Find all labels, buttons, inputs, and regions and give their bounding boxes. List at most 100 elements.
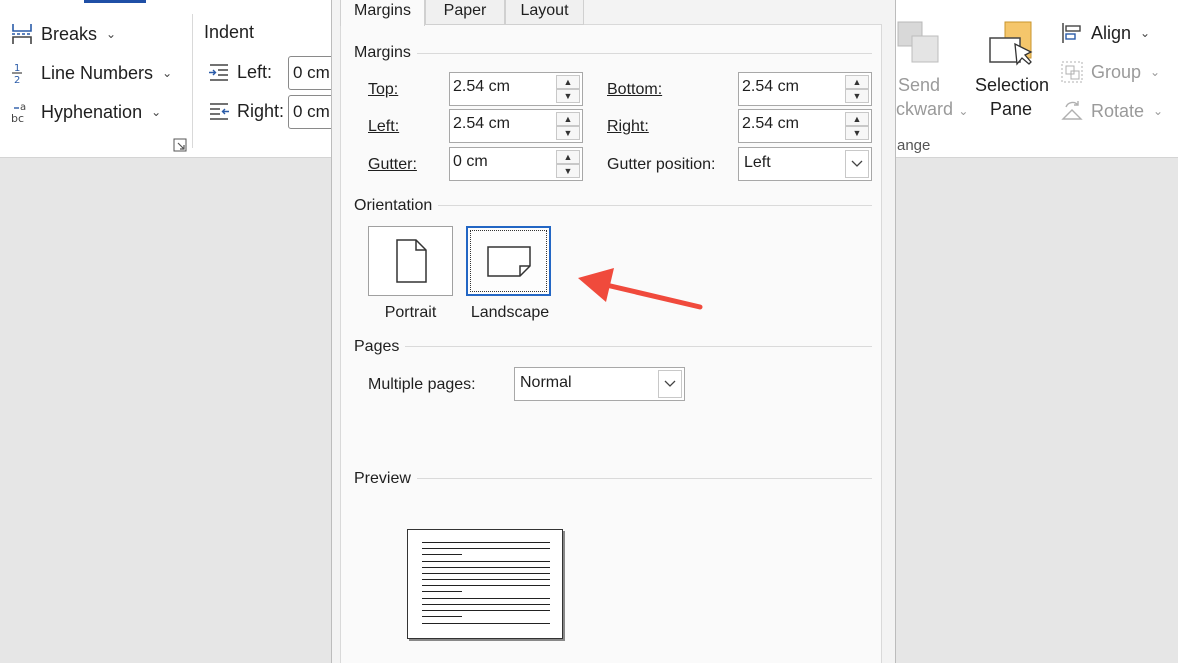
hyphenation-icon: abc [11, 102, 26, 124]
chevron-down-icon[interactable] [845, 150, 869, 178]
selection-pane-button[interactable]: Selection Pane [975, 73, 1050, 121]
pages-section-title: Pages [354, 338, 406, 356]
orientation-section-title: Orientation [354, 197, 439, 215]
breaks-label: Breaks [41, 23, 98, 44]
multiple-pages-value: Normal [520, 374, 572, 391]
spin-down-icon[interactable]: ▼ [845, 89, 869, 103]
preview-text-line [422, 604, 550, 605]
right-margin-input[interactable]: 2.54 cm ▲ ▼ [738, 109, 872, 143]
multiple-pages-select[interactable]: Normal [514, 367, 685, 401]
rotate-button[interactable]: Rotate ⌄ [1060, 99, 1163, 123]
gutter-position-label: Gutter position: [607, 156, 716, 173]
gutter-position-select[interactable]: Left [738, 147, 872, 181]
page-setup-dialog-launcher-icon[interactable] [173, 138, 187, 152]
preview-text-line [422, 548, 550, 549]
preview-text-line [422, 598, 550, 599]
rotate-label: Rotate [1091, 100, 1145, 121]
spin-up-icon[interactable]: ▲ [845, 75, 869, 89]
spin-up-icon[interactable]: ▲ [556, 150, 580, 164]
preview-text-line [422, 610, 550, 611]
preview-text-line [422, 616, 462, 617]
selection-pane-label-line1: Selection [975, 75, 1050, 95]
hyphenation-label: Hyphenation [41, 101, 143, 122]
indent-left-label: Left: [237, 61, 273, 82]
preview-text-line [422, 573, 550, 574]
preview-section-title: Preview [354, 470, 417, 488]
active-ribbon-tab-indicator [84, 0, 146, 3]
indent-left-icon [209, 64, 228, 81]
annotation-arrow-icon [578, 268, 703, 310]
preview-page-thumbnail [407, 529, 563, 639]
portrait-option[interactable] [368, 226, 453, 296]
svg-text:bc: bc [11, 112, 24, 124]
svg-text:2: 2 [14, 75, 20, 85]
top-margin-label: Top: [368, 81, 399, 98]
selection-pane-label-line2: Pane [989, 99, 1033, 119]
breaks-button[interactable]: Breaks ⌄ [10, 22, 116, 46]
left-margin-label: Left: [368, 118, 400, 135]
chevron-down-icon: ⌄ [151, 105, 162, 119]
breaks-icon [12, 24, 32, 44]
spin-up-icon[interactable]: ▲ [845, 112, 869, 126]
preview-section-rule [354, 478, 872, 479]
spin-down-icon[interactable]: ▼ [556, 89, 580, 103]
portrait-page-icon [395, 239, 427, 283]
spin-down-icon[interactable]: ▼ [556, 164, 580, 178]
top-margin-input[interactable]: 2.54 cm ▲ ▼ [449, 72, 583, 106]
chevron-down-icon: ⌄ [162, 66, 173, 80]
group-separator [192, 14, 193, 148]
right-margin-label: Right: [607, 118, 649, 135]
chevron-down-icon[interactable] [658, 370, 682, 398]
bottom-margin-spinner[interactable]: ▲ ▼ [845, 75, 869, 103]
gutter-position-value: Left [744, 154, 771, 171]
spin-down-icon[interactable]: ▼ [845, 126, 869, 140]
bottom-margin-input[interactable]: 2.54 cm ▲ ▼ [738, 72, 872, 106]
margins-section-rule [354, 53, 872, 54]
right-margin-spinner[interactable]: ▲ ▼ [845, 112, 869, 140]
spin-down-icon[interactable]: ▼ [556, 126, 580, 140]
spin-up-icon[interactable]: ▲ [556, 112, 580, 126]
left-margin-spinner[interactable]: ▲ ▼ [556, 112, 580, 140]
preview-text-line [422, 585, 550, 586]
tab-paper[interactable]: Paper [425, 0, 505, 25]
group-button[interactable]: Group ⌄ [1060, 60, 1160, 84]
send-backward-icon [897, 21, 939, 63]
bottom-margin-value: 2.54 cm [742, 78, 799, 95]
top-margin-spinner[interactable]: ▲ ▼ [556, 75, 580, 103]
arrange-group-title: ange [897, 137, 931, 154]
gutter-spinner[interactable]: ▲ ▼ [556, 150, 580, 178]
preview-text-line [422, 561, 550, 562]
line-numbers-button[interactable]: 12 Line Numbers ⌄ [10, 61, 172, 85]
send-backward-button-line2[interactable]: ckward ⌄ [896, 99, 968, 120]
send-backward-button-line1[interactable]: Send [898, 75, 940, 96]
preview-text-line [422, 579, 550, 580]
gutter-value: 0 cm [453, 153, 488, 170]
group-label: Group [1091, 61, 1142, 82]
hyphenation-button[interactable]: a bc Hyphenation ⌄ [10, 100, 162, 125]
line-numbers-icon: 12 [12, 63, 22, 85]
bottom-margin-label: Bottom: [607, 81, 663, 98]
left-margin-input[interactable]: 2.54 cm ▲ ▼ [449, 109, 583, 143]
preview-text-line [422, 623, 550, 624]
chevron-down-icon: ⌄ [1150, 65, 1161, 79]
pages-section-rule [354, 346, 872, 347]
chevron-down-icon: ⌄ [1140, 26, 1151, 40]
tab-margins[interactable]: Margins [340, 0, 425, 26]
landscape-label: Landscape [470, 304, 550, 321]
rotate-icon [1061, 101, 1083, 120]
margins-section-title: Margins [354, 44, 417, 62]
portrait-label: Portrait [384, 304, 437, 321]
preview-text-line [422, 567, 550, 568]
chevron-down-icon: ⌄ [955, 104, 969, 118]
align-label: Align [1091, 22, 1132, 43]
gutter-input[interactable]: 0 cm ▲ ▼ [449, 147, 583, 181]
line-numbers-label: Line Numbers [41, 62, 154, 83]
indent-right-row: Right: [208, 100, 284, 122]
align-button[interactable]: Align ⌄ [1060, 21, 1150, 45]
indent-group-title: Indent [204, 22, 255, 42]
send-backward-label: ckward [896, 99, 954, 119]
landscape-option[interactable] [466, 226, 551, 296]
align-icon [1062, 23, 1081, 43]
spin-up-icon[interactable]: ▲ [556, 75, 580, 89]
tab-layout[interactable]: Layout [505, 0, 584, 25]
